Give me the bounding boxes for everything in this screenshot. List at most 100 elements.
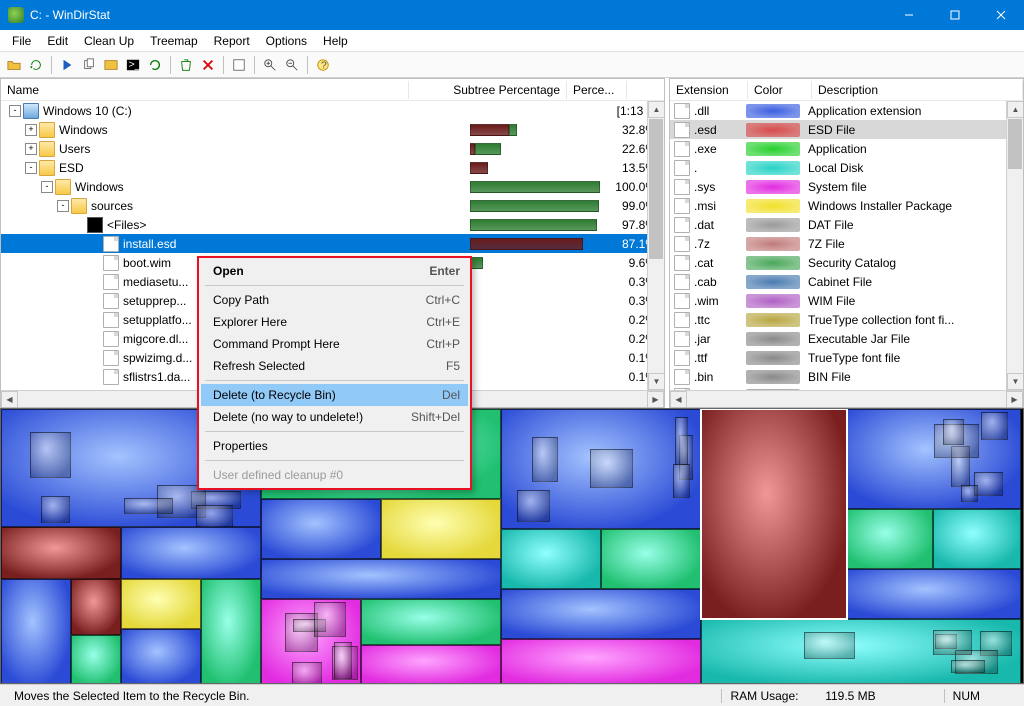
tree-row[interactable]: install.esd87.1% [1, 234, 664, 253]
treemap-block[interactable] [601, 529, 701, 589]
column-extension[interactable]: Extension [670, 81, 748, 99]
context-item[interactable]: Copy PathCtrl+C [201, 289, 468, 311]
extension-row[interactable]: .dllApplication extension [670, 101, 1023, 120]
tree-twisty[interactable]: - [41, 181, 53, 193]
extension-row[interactable]: .cabCabinet File [670, 272, 1023, 291]
column-name[interactable]: Name [1, 81, 409, 99]
menu-file[interactable]: File [4, 32, 39, 50]
context-item[interactable]: Explorer HereCtrl+E [201, 311, 468, 333]
tree-twisty[interactable]: - [9, 105, 21, 117]
tree-vscroll[interactable]: ▲ ▼ [647, 101, 664, 390]
copy-icon[interactable] [79, 55, 99, 75]
tree-row[interactable]: +Users22.6% [1, 139, 664, 158]
context-item[interactable]: Command Prompt HereCtrl+P [201, 333, 468, 355]
delete-icon[interactable] [198, 55, 218, 75]
ext-vscroll[interactable]: ▲ ▼ [1006, 101, 1023, 390]
menu-help[interactable]: Help [315, 32, 356, 50]
extension-body[interactable]: .dllApplication extension.esdESD File.ex… [670, 101, 1023, 407]
treemap-block[interactable] [501, 409, 701, 529]
explorer-icon[interactable] [101, 55, 121, 75]
extension-row[interactable]: .binBIN File [670, 367, 1023, 386]
tree-twisty[interactable]: + [25, 124, 37, 136]
refresh-icon[interactable] [145, 55, 165, 75]
tree-row[interactable]: +Windows32.8% [1, 120, 664, 139]
treemap-block[interactable] [121, 579, 201, 629]
zoom-in-icon[interactable] [260, 55, 280, 75]
treemap-block[interactable] [1, 579, 71, 684]
open-icon[interactable] [4, 55, 24, 75]
recycle-icon[interactable] [176, 55, 196, 75]
tree-row[interactable]: -ESD13.5% [1, 158, 664, 177]
menu-report[interactable]: Report [206, 32, 258, 50]
treemap-block[interactable] [847, 569, 1021, 619]
color-swatch [746, 313, 800, 327]
menu-clean-up[interactable]: Clean Up [76, 32, 142, 50]
treemap-block[interactable] [261, 559, 501, 599]
column-subtree[interactable]: Subtree Percentage [409, 81, 567, 99]
context-item[interactable]: Refresh SelectedF5 [201, 355, 468, 377]
extension-row[interactable]: .sysSystem file [670, 177, 1023, 196]
treemap-block[interactable] [261, 599, 361, 684]
treemap-block[interactable] [501, 639, 701, 684]
treemap-block[interactable] [361, 645, 501, 684]
treemap-block[interactable] [71, 579, 121, 635]
tree-twisty[interactable]: - [57, 200, 69, 212]
treemap-block[interactable] [847, 509, 933, 569]
treemap-block[interactable] [847, 409, 1021, 509]
refresh-drives-icon[interactable] [26, 55, 46, 75]
maximize-button[interactable] [932, 0, 978, 30]
context-item[interactable]: Delete (no way to undelete!)Shift+Del [201, 406, 468, 428]
treemap-block[interactable] [501, 529, 601, 589]
treemap-block[interactable] [1, 527, 121, 579]
menu-treemap[interactable]: Treemap [142, 32, 206, 50]
extension-row[interactable]: .exeApplication [670, 139, 1023, 158]
close-button[interactable] [978, 0, 1024, 30]
extension-row[interactable]: .jarExecutable Jar File [670, 329, 1023, 348]
help-icon[interactable]: ? [313, 55, 333, 75]
column-color[interactable]: Color [748, 81, 812, 99]
extension-row[interactable]: .ttfTrueType font file [670, 348, 1023, 367]
treemap-block[interactable] [933, 509, 1021, 569]
column-percent[interactable]: Perce... [567, 81, 627, 99]
treemap[interactable] [0, 408, 1024, 684]
column-description[interactable]: Description [812, 81, 1023, 99]
cmd-icon[interactable]: >_ [123, 55, 143, 75]
tree-row[interactable]: -Windows 10 (C:)[1:13 s] [1, 101, 664, 120]
context-item[interactable]: Properties [201, 435, 468, 457]
ext-hscroll[interactable]: ◀▶ [670, 390, 1023, 407]
extension-row[interactable]: .catSecurity Catalog [670, 253, 1023, 272]
extension-row[interactable]: .esdESD File [670, 120, 1023, 139]
treemap-block[interactable] [261, 499, 381, 559]
treemap-block[interactable] [361, 599, 501, 645]
extension-row[interactable]: .msiWindows Installer Package [670, 196, 1023, 215]
treemap-block[interactable] [381, 499, 501, 559]
extension-row[interactable]: .datDAT File [670, 215, 1023, 234]
menu-edit[interactable]: Edit [39, 32, 76, 50]
extension-row[interactable]: .wimWIM File [670, 291, 1023, 310]
extension-row[interactable]: .7z7Z File [670, 234, 1023, 253]
treemap-block[interactable] [121, 527, 261, 579]
tree-twisty[interactable]: + [25, 143, 37, 155]
extension-row[interactable]: .ttcTrueType collection font fi... [670, 310, 1023, 329]
tree-row[interactable]: -Windows100.0% [1, 177, 664, 196]
color-swatch [746, 142, 800, 156]
treemap-block[interactable] [71, 635, 121, 684]
treemap-block[interactable] [121, 629, 201, 684]
context-item[interactable]: OpenEnter [201, 260, 468, 282]
treemap-block[interactable] [201, 579, 261, 684]
folder-icon [39, 141, 55, 157]
extension-row[interactable]: .Local Disk [670, 158, 1023, 177]
tree-row[interactable]: -sources99.0% [1, 196, 664, 215]
minimize-button[interactable] [886, 0, 932, 30]
zoom-out-icon[interactable] [282, 55, 302, 75]
treemap-block[interactable] [701, 619, 1021, 684]
tree-row[interactable]: <Files>97.8% [1, 215, 664, 234]
treemap-block[interactable] [701, 409, 847, 619]
treemap-block[interactable] [501, 589, 701, 639]
tree-twisty[interactable]: - [25, 162, 37, 174]
menu-options[interactable]: Options [258, 32, 315, 50]
context-item[interactable]: Delete (to Recycle Bin)Del [201, 384, 468, 406]
properties-icon[interactable] [229, 55, 249, 75]
play-icon[interactable] [57, 55, 77, 75]
extension-description: System file [808, 180, 1023, 194]
